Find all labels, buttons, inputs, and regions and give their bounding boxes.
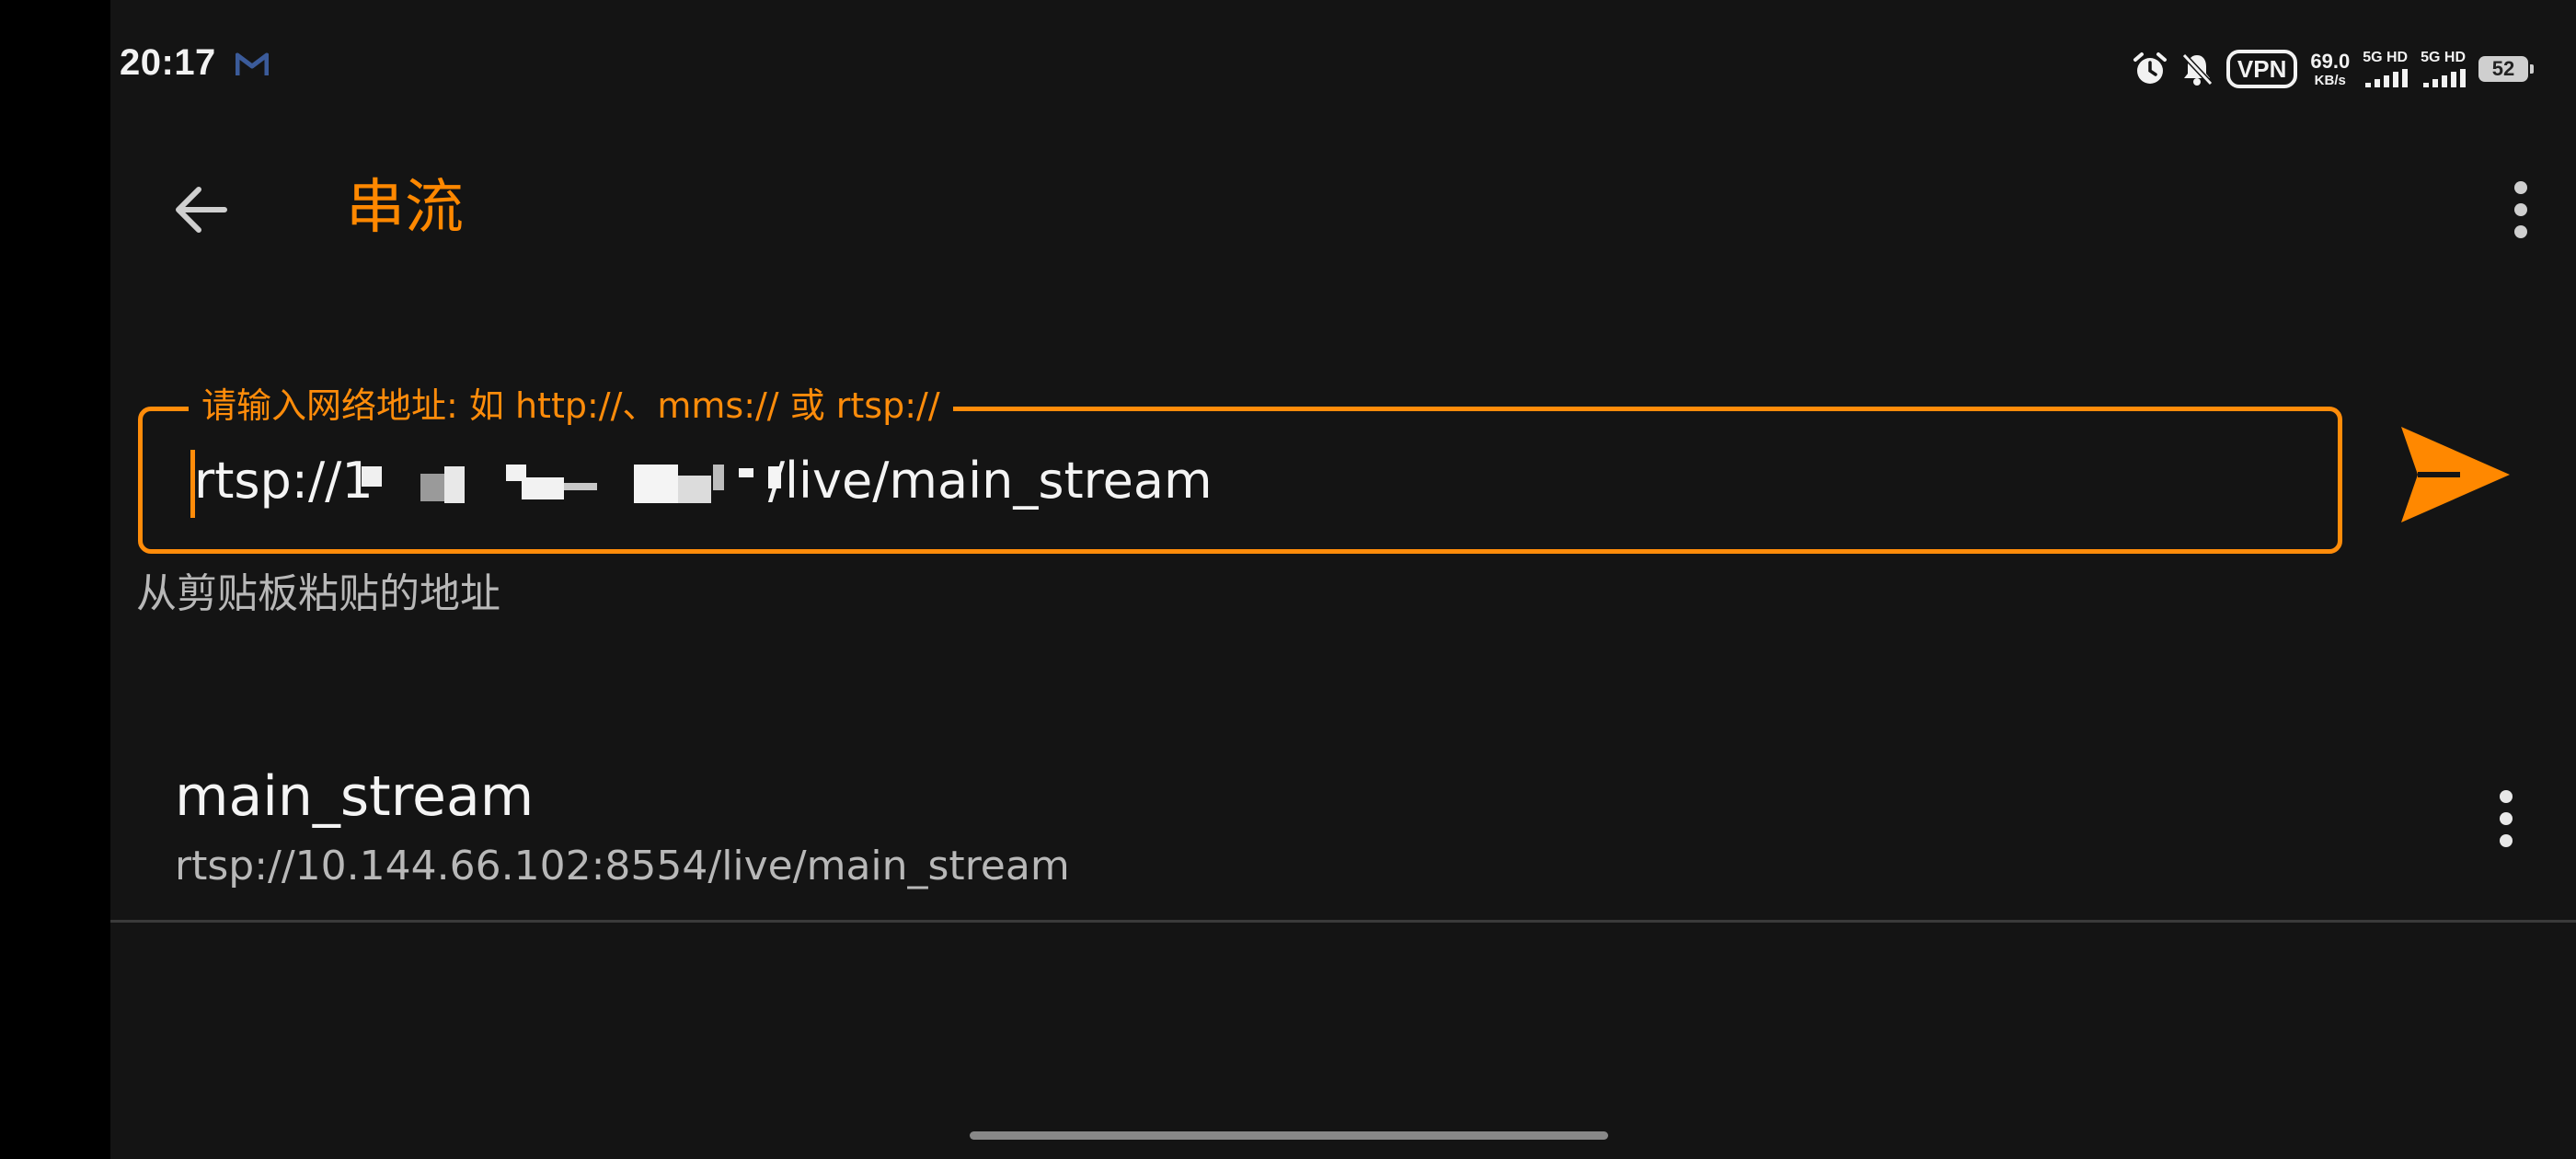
url-input-field[interactable]: 请输入网络地址: 如 http://、mms:// 或 rtsp://	[138, 380, 2342, 554]
more-vertical-icon	[2500, 790, 2513, 847]
gmail-icon	[236, 52, 269, 75]
signal-2-bars-icon	[2423, 69, 2466, 87]
send-icon	[2401, 427, 2510, 522]
clipboard-hint: 从剪贴板粘贴的地址	[136, 570, 500, 617]
alarm-icon	[2133, 52, 2167, 84]
overflow-menu-button[interactable]	[2491, 171, 2550, 248]
signal-2-label: 5G HD	[2421, 50, 2466, 65]
page-title: 串流	[346, 174, 464, 242]
arrow-left-icon	[176, 187, 227, 233]
signal-1-label: 5G HD	[2363, 50, 2409, 65]
list-divider	[110, 920, 2576, 923]
text-cursor	[190, 450, 195, 518]
url-input[interactable]	[194, 439, 2218, 522]
back-button[interactable]	[164, 171, 241, 248]
send-button[interactable]	[2396, 419, 2515, 530]
url-input-label: 请输入网络地址: 如 http://、mms:// 或 rtsp://	[189, 380, 953, 431]
list-item-title: main_stream	[175, 764, 535, 829]
list-item-url: rtsp://10.144.66.102:8554/live/main_stre…	[175, 843, 1070, 889]
status-icons: VPN 69.0 KB/s 5G HD 5G HD 52	[2133, 46, 2534, 92]
signal-1-bars-icon	[2365, 69, 2409, 87]
vpn-badge: VPN	[2225, 50, 2298, 88]
network-speed-value: 69.0	[2310, 49, 2351, 73]
signal-2: 5G HD	[2421, 51, 2466, 87]
bell-off-icon	[2181, 52, 2214, 86]
signal-1: 5G HD	[2363, 50, 2409, 87]
network-speed-unit: KB/s	[2314, 72, 2346, 88]
network-speed: 69.0 KB/s	[2310, 49, 2351, 88]
home-indicator[interactable]	[970, 1131, 1608, 1140]
more-vertical-icon	[2514, 181, 2527, 238]
app-screen: 20:17 VPN 69.0 KB/s 5G HD 5G HD 52 串流 请输…	[110, 0, 2576, 1159]
list-item[interactable]: main_stream rtsp://10.144.66.102:8554/li…	[110, 736, 2576, 922]
status-time: 20:17	[120, 42, 216, 83]
list-item-menu-button[interactable]	[2480, 780, 2532, 857]
battery-icon: 52	[2478, 56, 2534, 82]
